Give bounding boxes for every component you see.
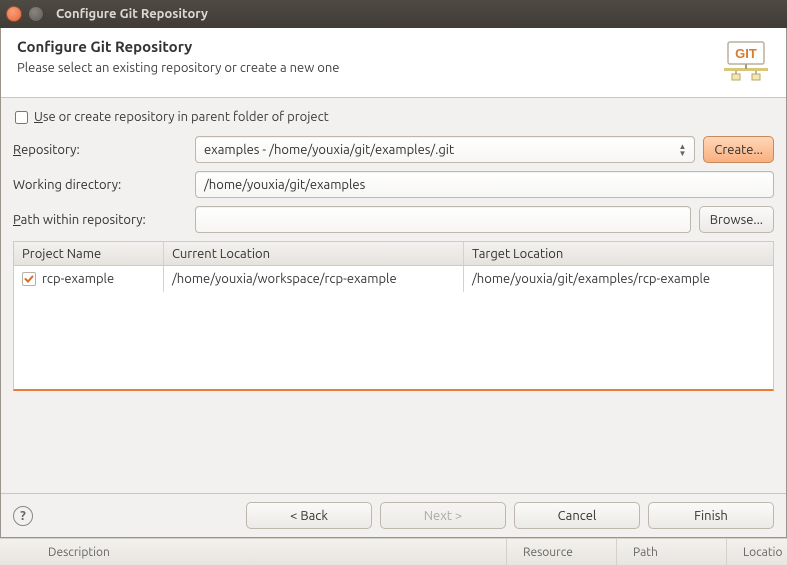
cell-project: rcp-example: [14, 266, 164, 292]
page-title: Configure Git Repository: [17, 38, 770, 55]
col-target[interactable]: Target Location: [464, 242, 773, 265]
parent-folder-checkbox[interactable]: [15, 111, 28, 124]
help-icon[interactable]: ?: [13, 506, 33, 526]
projects-table: Project Name Current Location Target Loc…: [13, 241, 774, 391]
table-row[interactable]: rcp-example /home/youxia/workspace/rcp-e…: [14, 266, 773, 292]
working-dir-label: Working directory:: [13, 178, 187, 192]
col-project[interactable]: Project Name: [14, 242, 164, 265]
dialog-header: Configure Git Repository Please select a…: [1, 28, 786, 98]
git-icon: GIT: [722, 38, 770, 86]
repository-combobox[interactable]: examples - /home/youxia/git/examples/.gi…: [195, 136, 695, 163]
cell-current: /home/youxia/workspace/rcp-example: [164, 266, 464, 292]
cell-target: /home/youxia/git/examples/rcp-example: [464, 266, 773, 292]
page-subtitle: Please select an existing repository or …: [17, 61, 770, 75]
parent-folder-checkbox-row[interactable]: Use or create repository in parent folde…: [15, 110, 774, 124]
finish-button[interactable]: Finish: [648, 502, 774, 529]
bg-col-path: Path: [617, 539, 727, 565]
bg-col-resource: Resource: [507, 539, 617, 565]
path-row: Path within repository: Browse...: [13, 206, 774, 233]
dialog-body: Use or create repository in parent folde…: [1, 98, 786, 397]
repository-value: examples - /home/youxia/git/examples/.gi…: [204, 143, 454, 157]
repository-row: Repository: examples - /home/youxia/git/…: [13, 136, 774, 163]
working-dir-input[interactable]: [195, 171, 774, 198]
bg-col-description: Description: [32, 539, 507, 565]
check-icon: [24, 274, 34, 284]
back-button[interactable]: < Back: [246, 502, 372, 529]
titlebar: Configure Git Repository: [0, 0, 787, 28]
col-current[interactable]: Current Location: [164, 242, 464, 265]
path-label: Path within repository:: [13, 213, 187, 227]
browse-button[interactable]: Browse...: [699, 206, 774, 233]
bg-col-location: Locatio: [727, 539, 787, 565]
table-header: Project Name Current Location Target Loc…: [14, 242, 773, 266]
cancel-button[interactable]: Cancel: [514, 502, 640, 529]
chevron-updown-icon: ▲▼: [678, 143, 686, 157]
minimize-icon[interactable]: [28, 6, 44, 22]
background-problems-header: Description Resource Path Locatio: [0, 538, 787, 565]
row-checkbox[interactable]: [22, 272, 36, 286]
dialog-window: Configure Git Repository Please select a…: [0, 28, 787, 538]
close-icon[interactable]: [6, 6, 22, 22]
path-input[interactable]: [195, 206, 691, 233]
parent-folder-label: Use or create repository in parent folde…: [34, 110, 329, 124]
repository-label: Repository:: [13, 143, 187, 157]
working-dir-row: Working directory:: [13, 171, 774, 198]
svg-text:GIT: GIT: [735, 46, 757, 61]
window-title: Configure Git Repository: [56, 7, 208, 21]
create-button[interactable]: Create...: [703, 136, 774, 163]
next-button: Next >: [380, 502, 506, 529]
dialog-footer: ? < Back Next > Cancel Finish: [1, 493, 786, 537]
